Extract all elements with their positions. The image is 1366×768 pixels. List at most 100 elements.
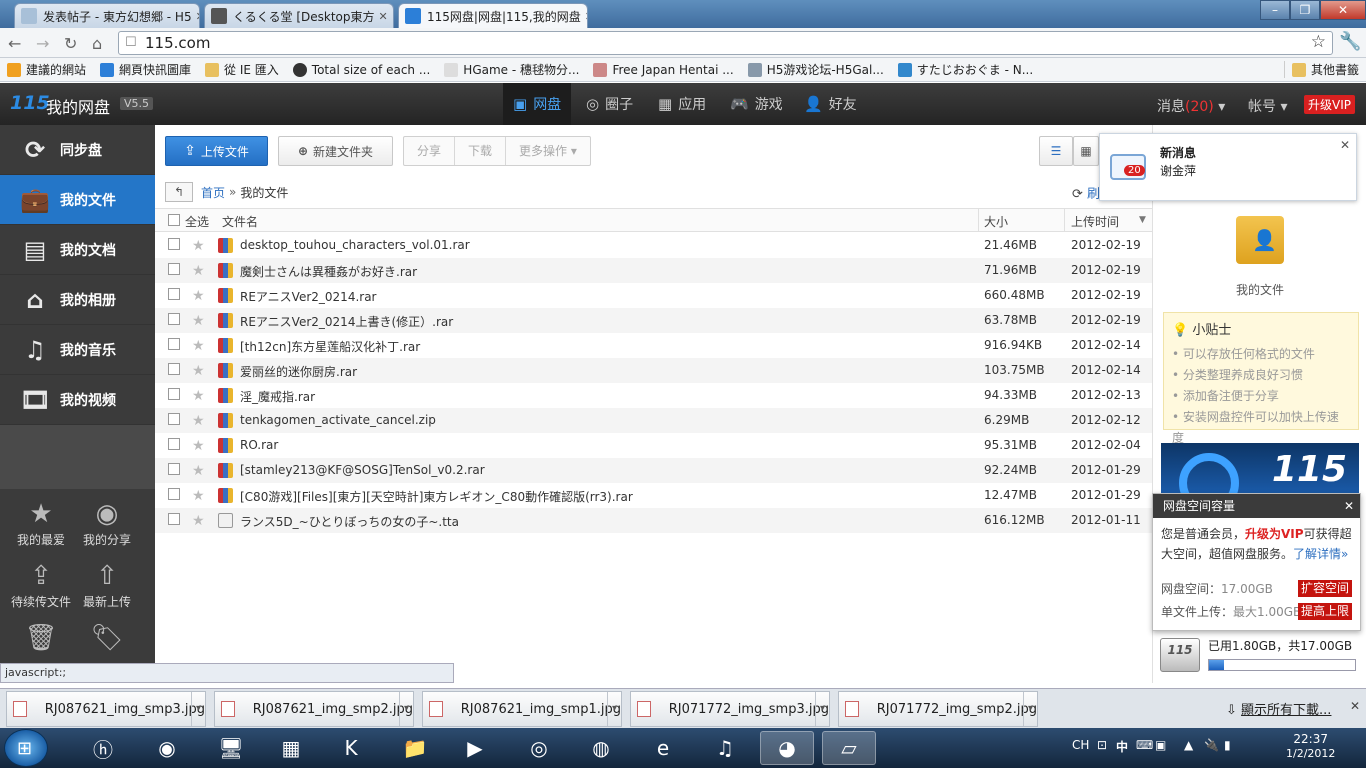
bookmark-item[interactable]: H5游戏论坛-H5Gal... xyxy=(741,61,891,78)
download-item[interactable]: RJ087621_img_smp1.jpg ▾ xyxy=(422,691,622,727)
arrow-tray-icon[interactable]: ▲ xyxy=(1184,738,1193,752)
chevron-down-icon[interactable]: ▾ xyxy=(607,692,621,726)
download-button[interactable]: 下载 xyxy=(455,137,507,165)
sidebar-item-sync[interactable]: ⟳ 同步盘 xyxy=(0,125,155,175)
close-icon[interactable]: ✕ xyxy=(1340,138,1350,152)
ie-icon[interactable]: e xyxy=(636,731,690,765)
sidebar-item-documents[interactable]: ▤ 我的文档 xyxy=(0,225,155,275)
media-player-icon[interactable]: ▶ xyxy=(448,731,502,765)
upload-button[interactable]: ⇪ 上传文件 xyxy=(165,136,268,166)
webcam-icon[interactable]: ◉ xyxy=(140,731,194,765)
account-menu[interactable]: 帐号 ▾ xyxy=(1248,96,1287,116)
col-name-header[interactable]: 文件名 xyxy=(222,213,258,230)
table-row[interactable]: ★ 魔剣士さんは異種姦がお好き.rar 71.96MB 2012-02-19 xyxy=(155,258,1152,283)
shortcut-favorites[interactable]: ★ 我的最爱 xyxy=(6,497,76,548)
star-icon[interactable]: ★ xyxy=(192,513,205,529)
sidebar-item-music[interactable]: ♫ 我的音乐 xyxy=(0,325,155,375)
file-name[interactable]: ランス5D_~ひとりぼっちの女の子~.tta xyxy=(240,513,459,530)
bookmark-item[interactable]: 從 IE 匯入 xyxy=(198,61,286,78)
nav-apps[interactable]: ▦ 应用 xyxy=(648,83,716,125)
sidebar-item-photos[interactable]: ⌂ 我的相册 xyxy=(0,275,155,325)
browser-tab-1[interactable]: 发表帖子 - 東方幻想郷 - H5 ✕ xyxy=(14,3,200,28)
table-row[interactable]: ★ REアニスVer2_0214上書き(修正）.rar 63.78MB 2012-02… xyxy=(155,308,1152,333)
file-name[interactable]: REアニスVer2_0214上書き(修正）.rar xyxy=(240,313,453,330)
table-row[interactable]: ★ 爱丽丝的迷你厨房.rar 103.75MB 2012-02-14 xyxy=(155,358,1152,383)
nav-circle[interactable]: ◎ 圈子 xyxy=(576,83,643,125)
star-icon[interactable]: ★ xyxy=(192,413,205,429)
wrench-icon[interactable]: 🔧 xyxy=(1339,31,1361,52)
notification-sender[interactable]: 谢金萍 xyxy=(1160,162,1196,179)
tray-icon[interactable]: ▣ xyxy=(1155,738,1166,752)
row-checkbox[interactable] xyxy=(168,438,180,450)
firefox-icon[interactable]: ◍ xyxy=(574,731,628,765)
clock[interactable]: 22:37 1/2/2012 xyxy=(1286,732,1335,760)
star-icon[interactable]: ★ xyxy=(192,338,205,354)
sort-down-icon[interactable]: ▼ xyxy=(1139,215,1146,225)
star-icon[interactable]: ★ xyxy=(192,263,205,279)
close-icon[interactable]: ✕ xyxy=(1350,699,1360,713)
chevron-down-icon[interactable]: ▾ xyxy=(399,692,413,726)
back-icon[interactable]: ← xyxy=(8,34,21,53)
file-name[interactable]: [C80游戏][Files][東方][天空時計]東方レギオン_C80動作確認版(… xyxy=(240,488,633,505)
browser-tab-3[interactable]: 115网盘|网盘|115,我的网盘 ✕ xyxy=(398,3,588,28)
star-icon[interactable]: ★ xyxy=(192,463,205,479)
address-bar[interactable]: ☐ 115.com ☆ xyxy=(118,31,1333,55)
row-checkbox[interactable] xyxy=(168,363,180,375)
table-row[interactable]: ★ RO.rar 95.31MB 2012-02-04 xyxy=(155,433,1152,458)
row-checkbox[interactable] xyxy=(168,413,180,425)
more-actions-button[interactable]: 更多操作 ▾ xyxy=(506,137,590,165)
shortcut-pending-uploads[interactable]: ⇪ 待续传文件 xyxy=(6,559,76,610)
share-button[interactable]: 分享 xyxy=(404,137,456,165)
row-checkbox[interactable] xyxy=(168,263,180,275)
upgrade-vip-button[interactable]: 升级VIP xyxy=(1304,95,1355,114)
antivirus-icon[interactable]: K xyxy=(324,731,378,765)
show-all-downloads[interactable]: ⇩ 顯示所有下載... xyxy=(1226,699,1331,718)
file-name[interactable]: tenkagomen_activate_cancel.zip xyxy=(240,413,436,427)
download-item[interactable]: RJ087621_img_smp2.jpg ▾ xyxy=(214,691,414,727)
download-item[interactable]: RJ071772_img_smp3.jpg ▾ xyxy=(630,691,830,727)
breadcrumb-home[interactable]: 首页 xyxy=(201,184,225,201)
file-name[interactable]: 魔剣士さんは異種姦がお好き.rar xyxy=(240,263,417,280)
table-row[interactable]: ★ tenkagomen_activate_cancel.zip 6.29MB 201… xyxy=(155,408,1152,433)
table-row[interactable]: ★ ランス5D_~ひとりぼっちの女の子~.tta 616.12MB 2012-01-1… xyxy=(155,508,1152,533)
close-tab-icon[interactable]: ✕ xyxy=(375,10,388,23)
star-icon[interactable]: ★ xyxy=(192,238,205,254)
app-icon[interactable]: ▦ xyxy=(264,731,318,765)
shortcut-tags[interactable]: 🏷 xyxy=(72,621,142,655)
close-tab-icon[interactable]: ✕ xyxy=(581,10,587,23)
download-item[interactable]: RJ071772_img_smp2.jpg ▾ xyxy=(838,691,1038,727)
close-tab-icon[interactable]: ✕ xyxy=(192,10,199,23)
file-name[interactable]: 淫_魔戒指.rar xyxy=(240,388,315,405)
ime-icon[interactable]: ⊡ xyxy=(1097,738,1107,752)
new-folder-button[interactable]: ⊕ 新建文件夹 xyxy=(278,136,393,166)
grid-view-icon[interactable]: ▦ xyxy=(1073,136,1099,166)
network-icon[interactable]: ▮ xyxy=(1224,738,1231,752)
sticky-notes-icon[interactable]: ▱ xyxy=(822,731,876,765)
table-row[interactable]: ★ [th12cn]东方星莲船汉化补丁.rar 916.94KB 2012-02-14 xyxy=(155,333,1152,358)
row-checkbox[interactable] xyxy=(168,388,180,400)
row-checkbox[interactable] xyxy=(168,313,180,325)
close-window-icon[interactable]: ✕ xyxy=(1320,0,1366,20)
reload-icon[interactable]: ↻ xyxy=(64,34,77,53)
table-row[interactable]: ★ [stamley213@KF@SOSG]TenSol_v0.2.rar 92.2… xyxy=(155,458,1152,483)
learn-more-link[interactable]: 了解详情» xyxy=(1293,547,1348,561)
row-checkbox[interactable] xyxy=(168,288,180,300)
table-row[interactable]: ★ REアニスVer2_0214.rar 660.48MB 2012-02-19 xyxy=(155,283,1152,308)
bookmark-item[interactable]: すたじおおぐま - N... xyxy=(891,61,1040,78)
shortcut-recent-uploads[interactable]: ⇧ 最新上传 xyxy=(72,559,142,610)
raise-limit-button[interactable]: 提高上限 xyxy=(1297,603,1352,620)
upgrade-vip-link[interactable]: 升级为VIP xyxy=(1245,527,1304,541)
chrome-icon[interactable]: ◕ xyxy=(760,731,814,765)
message-notification[interactable]: 20 新消息 谢金萍 ✕ xyxy=(1099,133,1357,201)
forward-icon[interactable]: → xyxy=(36,34,49,53)
select-all-checkbox[interactable] xyxy=(168,214,180,226)
bookmark-item[interactable]: HGame - 穗毬物分... xyxy=(437,61,586,78)
file-name[interactable]: [th12cn]东方星莲船汉化补丁.rar xyxy=(240,338,420,355)
language-indicator[interactable]: CH xyxy=(1072,738,1089,752)
chevron-down-icon[interactable]: ▾ xyxy=(1023,692,1037,726)
nav-netdisk[interactable]: ▣ 网盘 xyxy=(503,83,572,125)
monitor-icon[interactable]: 🖥 xyxy=(204,731,258,765)
row-checkbox[interactable] xyxy=(168,513,180,525)
shortcut-shares[interactable]: ◉ 我的分享 xyxy=(72,497,142,548)
player-icon[interactable]: ◎ xyxy=(512,731,566,765)
